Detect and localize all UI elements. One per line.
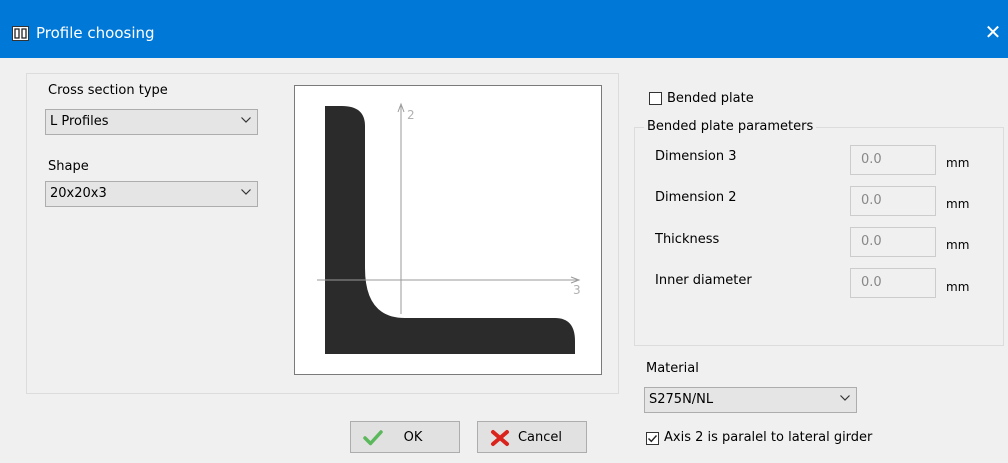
ok-label: OK [403, 429, 423, 445]
cross-section-select[interactable]: L Profiles [45, 109, 258, 135]
param-unit: mm [946, 280, 970, 294]
dimension-2-value: 0.0 [861, 193, 882, 208]
chevron-down-icon [840, 395, 850, 401]
chevron-down-icon [241, 117, 251, 123]
app-icon [12, 26, 29, 41]
chevron-down-icon [241, 189, 251, 195]
dimension-2-input[interactable]: 0.0 [850, 186, 936, 216]
shape-label: Shape [48, 159, 89, 174]
param-unit: mm [946, 156, 970, 170]
thickness-value: 0.0 [861, 234, 882, 249]
bended-plate-label[interactable]: Bended plate [667, 91, 754, 106]
cancel-button[interactable]: Cancel [477, 421, 587, 453]
bended-plate-checkbox[interactable] [649, 92, 662, 105]
l-profile-drawing: 2 3 [317, 102, 581, 354]
param-label: Inner diameter [655, 273, 752, 288]
window-title: Profile choosing [36, 24, 155, 42]
shape-value: 20x20x3 [50, 186, 107, 201]
material-select[interactable]: S275N/NL [644, 387, 857, 413]
dimension-3-value: 0.0 [861, 152, 882, 167]
l-profile-shape [325, 106, 575, 354]
title-bar: Profile choosing ✕ [0, 0, 1008, 58]
axis-2-label: 2 [407, 108, 415, 122]
shape-select[interactable]: 20x20x3 [45, 181, 258, 207]
axis-3-label: 3 [573, 283, 581, 297]
cancel-label: Cancel [517, 429, 563, 445]
param-label: Dimension 3 [655, 149, 737, 164]
param-label: Thickness [655, 232, 720, 247]
material-label: Material [646, 361, 699, 376]
dimension-3-input[interactable]: 0.0 [850, 145, 936, 175]
cross-section-label: Cross section type [48, 83, 168, 98]
thickness-input[interactable]: 0.0 [850, 227, 936, 257]
close-icon[interactable]: ✕ [985, 20, 1002, 44]
cross-section-value: L Profiles [50, 114, 109, 129]
check-icon [648, 435, 658, 443]
inner-diameter-value: 0.0 [861, 275, 882, 290]
material-value: S275N/NL [649, 392, 714, 407]
bended-plate-parameters-title: Bended plate parameters [644, 119, 817, 134]
close-button[interactable]: ✕ [978, 14, 1008, 50]
param-label: Dimension 2 [655, 190, 737, 205]
inner-diameter-input[interactable]: 0.0 [850, 268, 936, 298]
param-unit: mm [946, 197, 970, 211]
param-unit: mm [946, 238, 970, 252]
axis-parallel-label[interactable]: Axis 2 is paralel to lateral girder [664, 430, 872, 445]
profile-preview: 2 3 [294, 85, 602, 375]
ok-button[interactable]: OK [350, 421, 460, 453]
axis-parallel-checkbox[interactable] [646, 432, 659, 445]
